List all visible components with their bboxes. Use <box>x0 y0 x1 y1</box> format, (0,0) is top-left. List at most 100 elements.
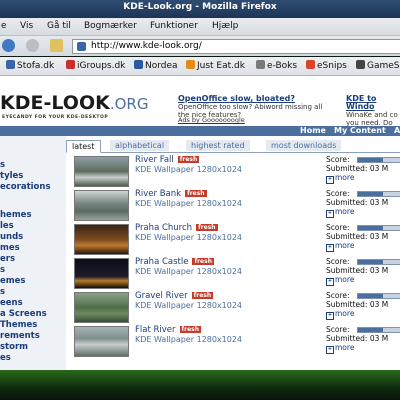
bookmark-stofa[interactable]: Stofa.dk <box>6 60 54 71</box>
item-title-link[interactable]: Gravel River fresh <box>135 291 214 301</box>
site-tagline: EYECANDY FOR YOUR KDE-DESKTOP <box>2 115 109 120</box>
score-label: Score: <box>326 223 350 232</box>
address-url: http://www.kde-look.org/ <box>91 41 202 51</box>
more-link[interactable]: + more <box>326 275 354 286</box>
wallpaper-thumbnail[interactable] <box>74 292 129 323</box>
sidebar-item[interactable]: ecorations <box>0 182 51 192</box>
bookmark-icon <box>66 60 75 69</box>
sidebar-item[interactable]: hemes <box>0 210 32 220</box>
menu-bookmarks[interactable]: Bogmærker <box>84 21 137 31</box>
wallpaper-thumbnail[interactable] <box>74 224 129 255</box>
submitted-date: Submitted: 03 M <box>326 334 389 343</box>
item-title-link[interactable]: Flat River fresh <box>135 325 202 335</box>
site-favicon-icon <box>77 42 86 51</box>
item-category[interactable]: KDE Wallpaper 1280x1024 <box>135 199 242 208</box>
sidebar-item[interactable]: mes <box>0 243 20 253</box>
sidebar-item[interactable]: tyles <box>0 171 23 181</box>
bookmark-esnips[interactable]: eSnips <box>306 60 347 71</box>
wallpaper-thumbnail[interactable] <box>74 326 129 357</box>
sidebar-item[interactable]: eens <box>0 298 23 308</box>
list-item: Praha Church fresh KDE Wallpaper 1280x1024… <box>68 222 400 255</box>
bookmarks-toolbar: Stofa.dk iGroups.dk Nordea Just Eat.dk e… <box>0 57 400 76</box>
bookmark-gamespot[interactable]: GameSp <box>356 60 400 71</box>
sidebar-item[interactable]: emes <box>0 276 25 286</box>
bookmark-eboks[interactable]: e-Boks <box>256 60 297 71</box>
submitted-date: Submitted: 03 M <box>326 232 389 241</box>
nav-home[interactable]: Home <box>300 126 326 135</box>
menu-tools[interactable]: Funktioner <box>150 21 198 31</box>
window-titlebar: KDE-Look.org - Mozilla Firefox <box>0 0 400 18</box>
address-bar[interactable]: http://www.kde-look.org/ <box>72 39 400 54</box>
fresh-badge: fresh <box>177 156 200 163</box>
menu-bar: e Vis Gå til Bogmærker Funktioner Hjælp <box>0 18 400 36</box>
sidebar-item[interactable]: Themes <box>0 320 37 330</box>
score-label: Score: <box>326 291 350 300</box>
reload-icon[interactable] <box>2 39 15 52</box>
bookmark-icon <box>186 60 195 69</box>
sidebar-item[interactable]: s <box>0 265 5 275</box>
sidebar-item[interactable]: les <box>0 221 14 231</box>
item-category[interactable]: KDE Wallpaper 1280x1024 <box>135 233 242 242</box>
list-item: River Bank fresh KDE Wallpaper 1280x1024 Sc… <box>68 188 400 221</box>
tab-highest-rated[interactable]: highest rated <box>186 140 250 151</box>
sidebar-item[interactable]: unds <box>0 232 23 242</box>
fresh-badge: fresh <box>192 258 214 265</box>
nav-my-content[interactable]: My Content <box>334 126 386 135</box>
tab-alphabetical[interactable]: alphabetical <box>110 140 170 151</box>
list-item: Gravel River fresh KDE Wallpaper 1280x1024… <box>68 290 400 323</box>
nav-more[interactable]: A <box>394 126 400 135</box>
sidebar-item[interactable]: s <box>0 160 5 170</box>
item-title-link[interactable]: River Bank fresh <box>135 189 207 199</box>
more-link[interactable]: + more <box>326 343 354 354</box>
sidebar-item[interactable]: rements <box>0 331 40 341</box>
score-fill <box>358 328 383 332</box>
score-label: Score: <box>326 325 350 334</box>
home-icon[interactable] <box>50 39 63 52</box>
submitted-date: Submitted: 03 M <box>326 266 389 275</box>
more-link[interactable]: + more <box>326 207 354 218</box>
tab-most-downloads[interactable]: most downloads <box>266 140 342 151</box>
score-bar <box>357 191 400 197</box>
menu-help[interactable]: Hjælp <box>212 21 238 31</box>
score-bar <box>357 259 400 265</box>
bookmark-icon <box>256 60 265 69</box>
stop-icon[interactable] <box>26 39 39 52</box>
expand-icon: + <box>326 244 334 252</box>
menu-go[interactable]: Gå til <box>47 21 71 31</box>
site-logo[interactable]: KDE-LOOK.ORG <box>0 92 148 114</box>
bookmark-justeat[interactable]: Just Eat.dk <box>186 60 245 71</box>
sidebar-item[interactable]: es <box>0 353 11 363</box>
ad-kde-windows[interactable]: KDE to Windo WinaKe and co you need. Do <box>346 95 400 128</box>
menu-view[interactable]: Vis <box>20 21 33 31</box>
score-label: Score: <box>326 257 350 266</box>
sidebar-item[interactable]: s <box>0 287 5 297</box>
desktop-background <box>0 370 400 400</box>
score-label: Score: <box>326 155 350 164</box>
bookmark-igroups[interactable]: iGroups.dk <box>66 60 125 71</box>
item-category[interactable]: KDE Wallpaper 1280x1024 <box>135 335 242 344</box>
sidebar-item[interactable]: ers <box>0 254 15 264</box>
more-link[interactable]: + more <box>326 309 354 320</box>
item-title-link[interactable]: River Fall fresh <box>135 155 200 165</box>
bookmark-icon <box>6 60 15 69</box>
item-title-link[interactable]: Praha Castle fresh <box>135 257 214 267</box>
more-link[interactable]: + more <box>326 173 354 184</box>
bookmark-icon <box>134 60 143 69</box>
tab-latest[interactable]: latest <box>66 140 101 153</box>
menu-edit[interactable]: e <box>1 21 7 31</box>
item-category[interactable]: KDE Wallpaper 1280x1024 <box>135 165 242 174</box>
ads-by-google-link[interactable]: Ads by Gooooooogle <box>178 116 245 124</box>
more-link[interactable]: + more <box>326 241 354 252</box>
wallpaper-thumbnail[interactable] <box>74 156 129 187</box>
item-title-link[interactable]: Praha Church fresh <box>135 223 218 233</box>
item-category[interactable]: KDE Wallpaper 1280x1024 <box>135 267 242 276</box>
item-category[interactable]: KDE Wallpaper 1280x1024 <box>135 301 242 310</box>
score-bar <box>357 327 400 333</box>
expand-icon: + <box>326 312 334 320</box>
wallpaper-thumbnail[interactable] <box>74 258 129 289</box>
bookmark-nordea[interactable]: Nordea <box>134 60 178 71</box>
score-bar <box>357 225 400 231</box>
sidebar-item[interactable]: a Screens <box>0 309 47 319</box>
sidebar-item[interactable]: storm <box>0 342 28 352</box>
wallpaper-thumbnail[interactable] <box>74 190 129 221</box>
